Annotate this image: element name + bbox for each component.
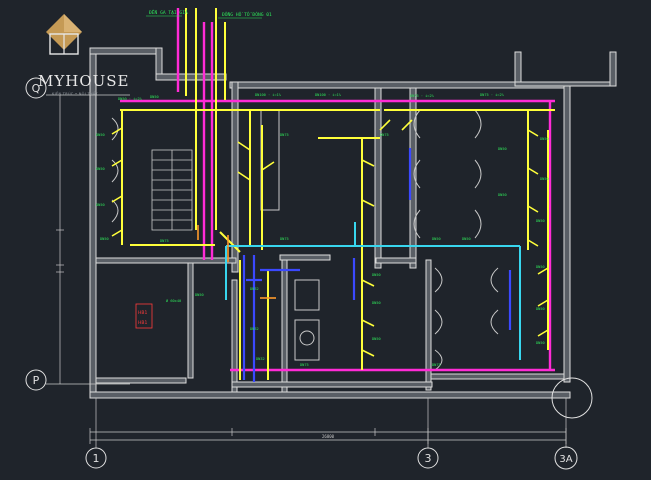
svg-text:DN50: DN50 — [498, 193, 507, 197]
svg-text:DN100 · i=1%: DN100 · i=1% — [255, 93, 282, 97]
svg-text:DN75: DN75 — [280, 237, 289, 241]
svg-text:DN50: DN50 — [100, 237, 109, 241]
svg-text:DN50: DN50 — [96, 203, 105, 207]
duct-tag: Ø 60x40 — [166, 298, 181, 303]
svg-text:DN50: DN50 — [96, 167, 105, 171]
svg-text:DN75: DN75 — [280, 133, 289, 137]
myhouse-logo: MYHOUSE KIẾN TRÚC • NỘI THẤT — [38, 12, 130, 98]
svg-text:DN50: DN50 — [372, 301, 381, 305]
svg-text:DN50: DN50 — [540, 177, 549, 181]
dimension-overall: 26800 — [322, 434, 335, 439]
room-tag-1: HB1 — [138, 310, 147, 316]
logo-subtitle: KIẾN TRÚC • NỘI THẤT — [52, 92, 98, 96]
room-tag-2: HB1 — [138, 320, 147, 326]
svg-text:DN50: DN50 — [536, 265, 545, 269]
svg-text:DN50: DN50 — [150, 95, 159, 99]
svg-text:3: 3 — [425, 452, 432, 465]
house-logo-icon — [46, 14, 82, 55]
logo-title: MYHOUSE — [38, 72, 130, 90]
svg-text:3A: 3A — [559, 454, 572, 465]
svg-text:DN32: DN32 — [250, 327, 259, 331]
svg-text:DN75 · i=2%: DN75 · i=2% — [410, 94, 435, 98]
svg-text:P: P — [33, 374, 40, 387]
svg-text:DN100 · i=1%: DN100 · i=1% — [315, 93, 342, 97]
svg-text:DN50: DN50 — [195, 293, 204, 297]
svg-text:DN50: DN50 — [498, 147, 507, 151]
svg-text:DN75: DN75 — [300, 363, 309, 367]
svg-text:DN50: DN50 — [540, 137, 549, 141]
svg-text:DN75: DN75 — [432, 363, 441, 367]
svg-text:DN50: DN50 — [536, 307, 545, 311]
svg-text:DN50: DN50 — [96, 133, 105, 137]
svg-text:DN50: DN50 — [432, 237, 441, 241]
svg-text:DN75 · i=2%: DN75 · i=2% — [480, 93, 505, 97]
svg-text:DN75: DN75 — [160, 239, 169, 243]
svg-text:DN75: DN75 — [380, 133, 389, 137]
svg-text:DN50: DN50 — [372, 273, 381, 277]
note-meter: ĐỒNG HỒ TỔ ĐÓNG 01 — [222, 11, 272, 18]
svg-text:DN50: DN50 — [462, 237, 471, 241]
svg-text:1: 1 — [93, 452, 100, 465]
svg-text:DN50: DN50 — [536, 341, 545, 345]
svg-text:DN32: DN32 — [256, 357, 265, 361]
svg-text:DN32: DN32 — [250, 287, 259, 291]
svg-text:DN50: DN50 — [372, 337, 381, 341]
svg-text:DN50: DN50 — [536, 219, 545, 223]
